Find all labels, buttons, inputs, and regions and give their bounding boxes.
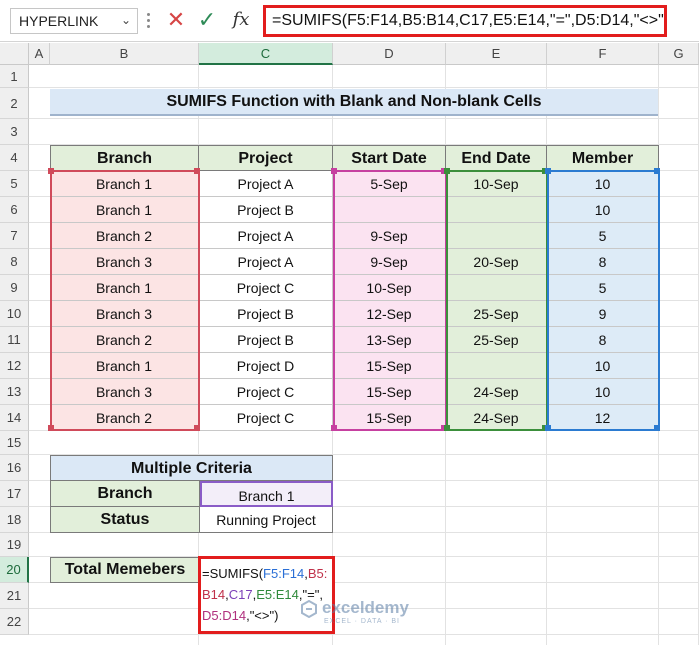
criteria-status-label[interactable]: Status <box>50 507 200 533</box>
formula-reference: D5:D14 <box>202 608 247 623</box>
range-handle[interactable] <box>654 425 660 431</box>
range-handle[interactable] <box>545 168 551 174</box>
row-header-18[interactable]: 18 <box>0 507 29 533</box>
column-header-g[interactable]: G <box>659 43 699 65</box>
table-cell-project[interactable]: Project A <box>199 249 333 275</box>
formula-text: =SUMIFS( <box>202 566 264 581</box>
name-box[interactable]: HYPERLINK ⌄ <box>10 8 138 34</box>
gridline-horizontal <box>29 634 699 635</box>
row-header-8[interactable]: 8 <box>0 249 29 275</box>
table-header-branch: Branch <box>50 145 199 171</box>
row-header-3[interactable]: 3 <box>0 119 29 145</box>
row-header-11[interactable]: 11 <box>0 327 29 353</box>
column-header-c[interactable]: C <box>199 43 333 65</box>
exceldemy-logo-icon <box>301 600 317 618</box>
range-handle[interactable] <box>48 425 54 431</box>
name-box-value: HYPERLINK <box>19 13 99 29</box>
watermark-tag: EXCEL · DATA · BI <box>324 618 400 625</box>
row-header-2[interactable]: 2 <box>0 88 29 119</box>
table-cell-project[interactable]: Project C <box>199 405 333 431</box>
range-highlight-end-date <box>444 168 548 431</box>
formula-reference: F5:F14 <box>263 566 305 581</box>
column-header-a[interactable]: A <box>29 43 50 65</box>
range-handle[interactable] <box>331 425 337 431</box>
range-handle[interactable] <box>331 168 337 174</box>
formula-reference: E5:E14 <box>256 587 299 602</box>
column-header-b[interactable]: B <box>50 43 199 65</box>
gridline-horizontal <box>29 118 699 119</box>
row-header-5[interactable]: 5 <box>0 171 29 197</box>
formula-bar: HYPERLINK ⌄ ✕ ✓ fx =SUMIFS(F5:F14,B5:B14… <box>0 0 699 42</box>
formula-reference: B5: <box>307 566 328 581</box>
row-header-16[interactable]: 16 <box>0 455 29 481</box>
table-cell-project[interactable]: Project A <box>199 223 333 249</box>
row-header-7[interactable]: 7 <box>0 223 29 249</box>
row-header-21[interactable]: 21 <box>0 583 29 609</box>
sheet-title: SUMIFS Function with Blank and Non-blank… <box>50 89 658 116</box>
formula-reference: B14 <box>202 587 226 602</box>
row-header-17[interactable]: 17 <box>0 481 29 507</box>
range-handle[interactable] <box>48 168 54 174</box>
range-highlight-member <box>545 168 660 431</box>
table-header-end-date: End Date <box>446 145 547 171</box>
range-handle[interactable] <box>194 168 200 174</box>
row-header-4[interactable]: 4 <box>0 145 29 171</box>
table-cell-project[interactable]: Project B <box>199 301 333 327</box>
row-header-19[interactable]: 19 <box>0 533 29 557</box>
table-header-member: Member <box>547 145 659 171</box>
criteria-branch-label[interactable]: Branch <box>50 481 200 507</box>
gridline-horizontal <box>29 87 699 88</box>
row-header-10[interactable]: 10 <box>0 301 29 327</box>
formula-text: ,"<>") <box>246 608 279 623</box>
row-header-6[interactable]: 6 <box>0 197 29 223</box>
column-header-d[interactable]: D <box>333 43 446 65</box>
table-cell-project[interactable]: Project B <box>199 327 333 353</box>
row-header-9[interactable]: 9 <box>0 275 29 301</box>
insert-function-button[interactable]: fx <box>228 7 254 33</box>
enter-button[interactable]: ✓ <box>196 7 218 33</box>
table-header-project: Project <box>199 145 333 171</box>
table-cell-project[interactable]: Project C <box>199 275 333 301</box>
range-handle[interactable] <box>444 425 450 431</box>
range-highlight-branch <box>48 168 200 431</box>
criteria-branch-value[interactable]: Branch 1 <box>200 481 333 507</box>
drag-handle-icon[interactable] <box>147 10 151 32</box>
column-header-f[interactable]: F <box>547 43 659 65</box>
row-header-12[interactable]: 12 <box>0 353 29 379</box>
formula-input[interactable]: =SUMIFS(F5:F14,B5:B14,C17,E5:E14,"=",D5:… <box>263 5 667 37</box>
range-handle[interactable] <box>545 425 551 431</box>
row-header-1[interactable]: 1 <box>0 65 29 88</box>
range-handle[interactable] <box>194 425 200 431</box>
watermark-name: exceldemy <box>322 598 409 617</box>
chevron-down-icon[interactable]: ⌄ <box>121 13 131 27</box>
range-highlight-start-date <box>331 168 447 431</box>
table-cell-project[interactable]: Project A <box>199 171 333 197</box>
row-header-15[interactable]: 15 <box>0 431 29 455</box>
total-members-label: Total Memebers <box>50 557 200 583</box>
exceldemy-watermark: exceldemy EXCEL · DATA · BI <box>300 598 430 632</box>
range-handle[interactable] <box>444 168 450 174</box>
table-cell-project[interactable]: Project B <box>199 197 333 223</box>
column-header-e[interactable]: E <box>446 43 547 65</box>
criteria-title[interactable]: Multiple Criteria <box>50 455 333 481</box>
table-cell-project[interactable]: Project D <box>199 353 333 379</box>
table-cell-project[interactable]: Project C <box>199 379 333 405</box>
row-header-14[interactable]: 14 <box>0 405 29 431</box>
row-header-13[interactable]: 13 <box>0 379 29 405</box>
select-all-corner[interactable] <box>0 43 29 65</box>
cancel-button[interactable]: ✕ <box>165 7 187 33</box>
criteria-status-value[interactable]: Running Project <box>200 507 333 533</box>
table-header-start-date: Start Date <box>333 145 446 171</box>
range-handle[interactable] <box>654 168 660 174</box>
row-header-22[interactable]: 22 <box>0 609 29 635</box>
formula-reference: C17 <box>228 587 253 602</box>
row-header-20[interactable]: 20 <box>0 557 29 583</box>
